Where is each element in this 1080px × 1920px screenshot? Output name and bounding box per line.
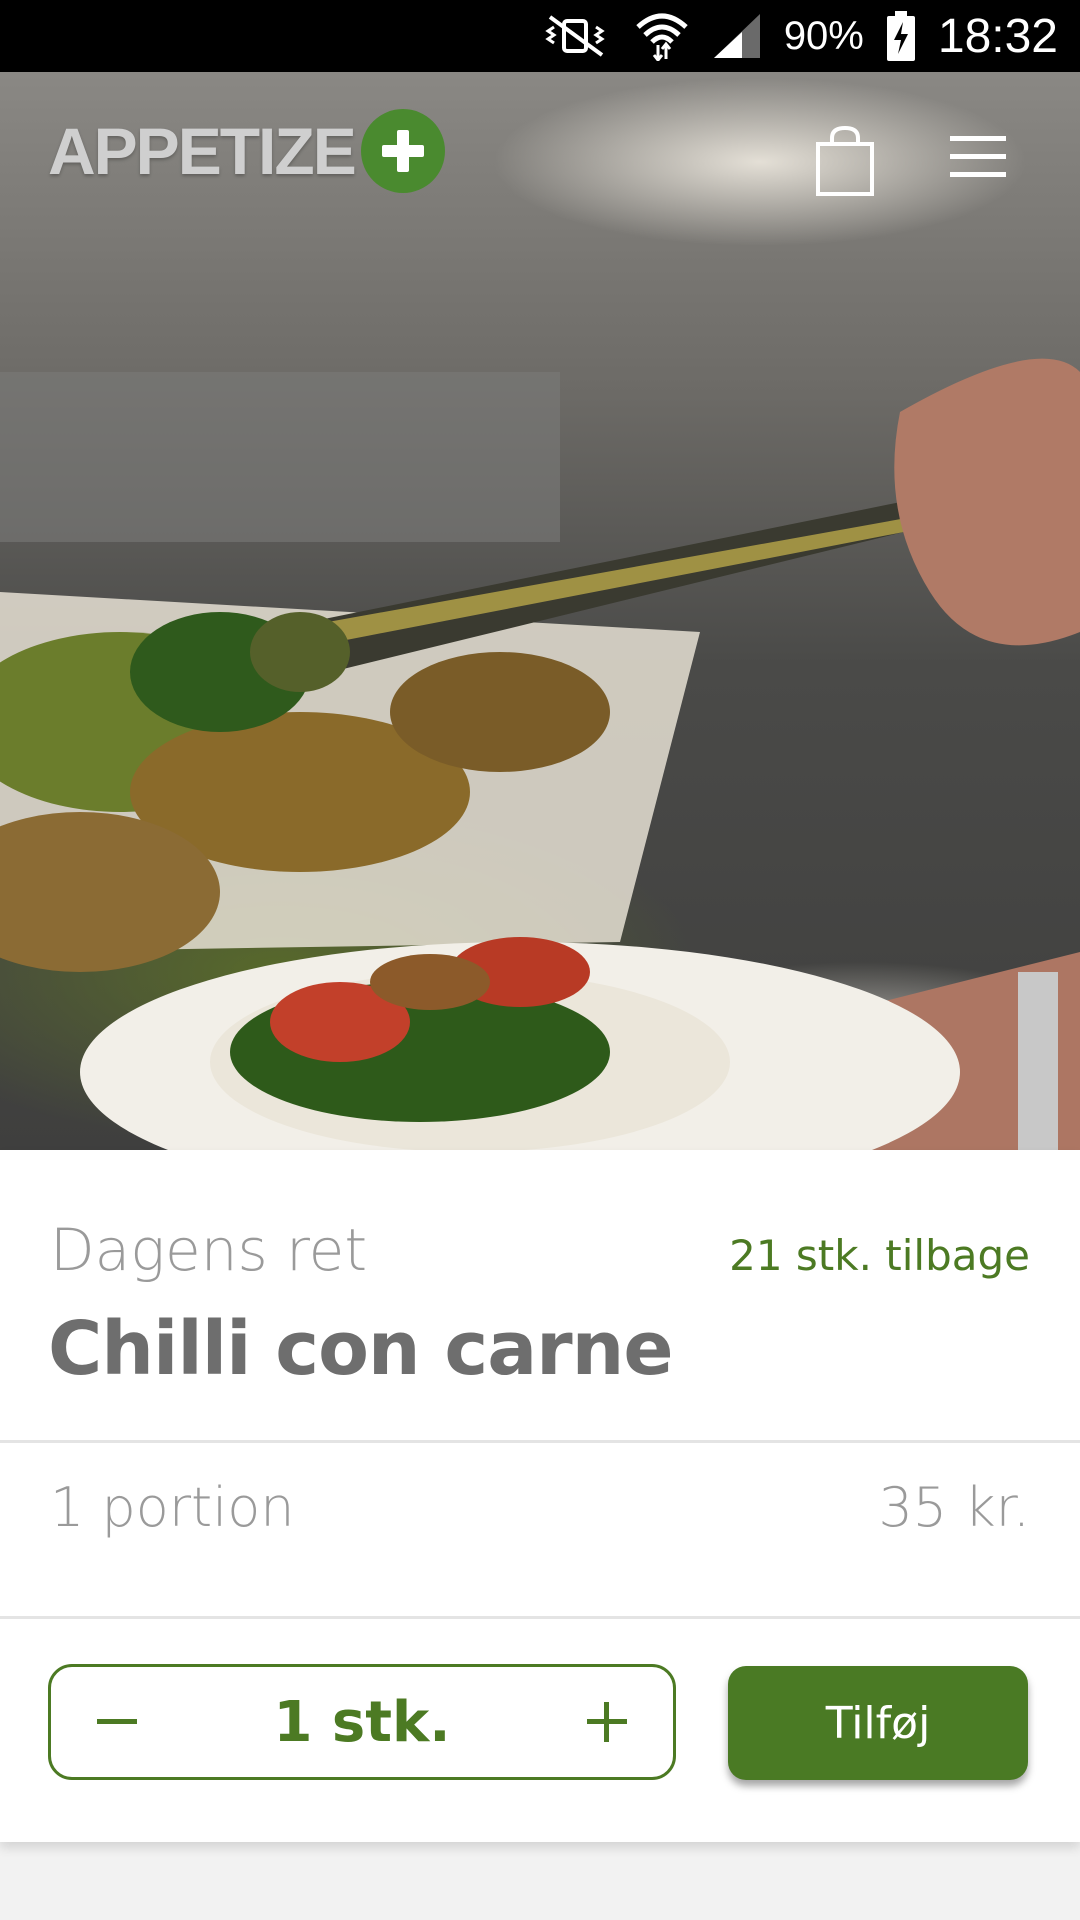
increase-quantity-button[interactable]: [577, 1692, 637, 1752]
product-title: Chilli con carne: [48, 1306, 674, 1392]
food-photo-illustration: [0, 358, 1080, 1150]
product-price: 35 kr.: [878, 1476, 1030, 1539]
minus-icon: [97, 1719, 137, 1724]
portion-row: 1 portion 35 kr.: [50, 1476, 1030, 1539]
portion-size: 1 portion: [50, 1476, 295, 1539]
signal-icon: [712, 12, 762, 60]
hamburger-menu-icon: [950, 136, 1006, 177]
quantity-value: 1 stk.: [273, 1689, 451, 1755]
product-card: Dagens ret 21 stk. tilbage Chilli con ca…: [0, 1150, 1080, 1842]
stock-remaining: 21 stk. tilbage: [729, 1231, 1030, 1280]
decrease-quantity-button[interactable]: [87, 1692, 147, 1752]
battery-percent: 90%: [783, 13, 864, 58]
appetize-logo[interactable]: APPETIZE: [48, 106, 445, 196]
product-header: Dagens ret 21 stk. tilbage: [50, 1216, 1030, 1284]
wifi-icon: [634, 11, 690, 61]
mute-vibrate-icon: [542, 13, 612, 59]
divider: [0, 1440, 1080, 1443]
logo-plus-icon: [360, 109, 445, 193]
logo-text: APPETIZE: [48, 114, 357, 188]
quantity-stepper: 1 stk.: [48, 1664, 676, 1780]
plus-icon: [586, 1702, 627, 1742]
hero-food-image: APPETIZE: [0, 72, 1080, 1150]
shopping-bag-icon: [816, 125, 874, 196]
product-category: Dagens ret: [50, 1216, 368, 1284]
divider: [0, 1616, 1080, 1619]
status-bar: 90% 18:32: [0, 0, 1080, 72]
menu-button[interactable]: [946, 130, 1010, 184]
clock: 18:32: [937, 9, 1058, 63]
add-to-cart-button[interactable]: Tilføj: [728, 1666, 1028, 1780]
battery-charging-icon: [886, 10, 916, 62]
shopping-bag-button[interactable]: [812, 124, 878, 198]
